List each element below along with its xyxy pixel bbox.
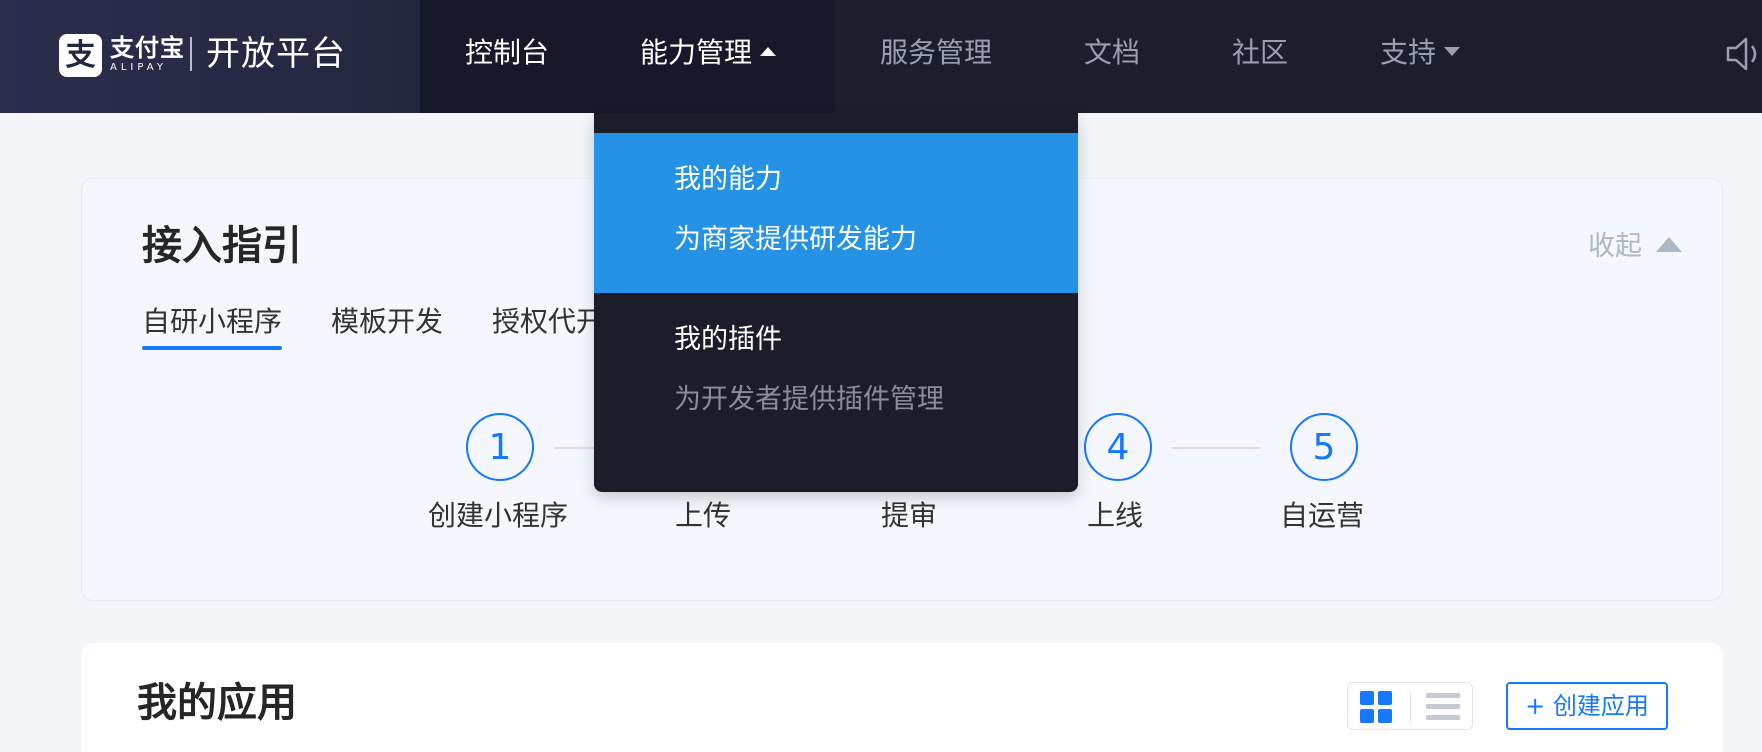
caret-up-icon [760, 46, 777, 56]
alipay-logo-icon[interactable]: 支 [59, 34, 102, 77]
logo-sub: ALIPAY [110, 62, 167, 73]
nav-item-docs[interactable]: 文档 [1084, 35, 1140, 71]
step-4-label: 上线 [1086, 499, 1143, 532]
step-2-label: 上传 [674, 499, 731, 532]
step-4-circle: 4 [1084, 413, 1152, 481]
toggle-divider [1410, 691, 1411, 723]
grid-view-icon[interactable] [1360, 691, 1392, 723]
apps-title: 我的应用 [137, 680, 297, 726]
step-5-label: 自运营 [1279, 499, 1364, 532]
nav-item-community[interactable]: 社区 [1232, 35, 1288, 71]
nav-item-support[interactable]: 支持 [1380, 35, 1461, 71]
collapse-button[interactable]: 收起 [1588, 230, 1682, 264]
nav-item-capability[interactable]: 能力管理 [640, 35, 777, 71]
step-1-circle: 1 [466, 413, 534, 481]
step-1-label: 创建小程序 [427, 499, 568, 532]
tab-active-indicator [142, 346, 282, 350]
apps-card [81, 643, 1723, 752]
tab-authorized[interactable]: 授权代开 [492, 303, 604, 341]
logo-divider [190, 37, 192, 71]
dropdown-item-my-capability[interactable]: 我的能力 为商家提供研发能力 [594, 133, 1078, 293]
dropdown-item-desc: 为开发者提供插件管理 [674, 384, 944, 415]
speaker-icon[interactable] [1726, 34, 1762, 74]
step-connector [1172, 447, 1260, 449]
dropdown-item-title: 我的能力 [674, 164, 782, 195]
triangle-up-icon [1656, 237, 1682, 252]
step-3-label: 提审 [880, 499, 937, 532]
capability-dropdown: 我的能力 为商家提供研发能力 我的插件 为开发者提供插件管理 [594, 113, 1078, 492]
logo-text: 支付宝 [110, 34, 185, 62]
caret-down-icon [1444, 46, 1461, 56]
dropdown-item-desc: 为商家提供研发能力 [674, 224, 917, 255]
top-nav: 支 支付宝 ALIPAY 开放平台 控制台 能力管理 服务管理 文档 社区 支持 [0, 0, 1762, 113]
platform-title[interactable]: 开放平台 [206, 33, 346, 75]
list-view-icon[interactable] [1426, 691, 1460, 723]
create-app-button[interactable]: + 创建应用 [1506, 682, 1668, 730]
tab-self-dev[interactable]: 自研小程序 [142, 303, 282, 341]
dropdown-item-title: 我的插件 [674, 324, 782, 355]
nav-item-service[interactable]: 服务管理 [880, 35, 992, 71]
nav-item-console[interactable]: 控制台 [465, 35, 549, 71]
guide-title: 接入指引 [142, 223, 302, 269]
tab-template[interactable]: 模板开发 [331, 303, 443, 341]
view-toggle [1347, 682, 1473, 730]
step-5-circle: 5 [1290, 413, 1358, 481]
dropdown-item-my-plugin[interactable]: 我的插件 为开发者提供插件管理 [594, 293, 1078, 463]
